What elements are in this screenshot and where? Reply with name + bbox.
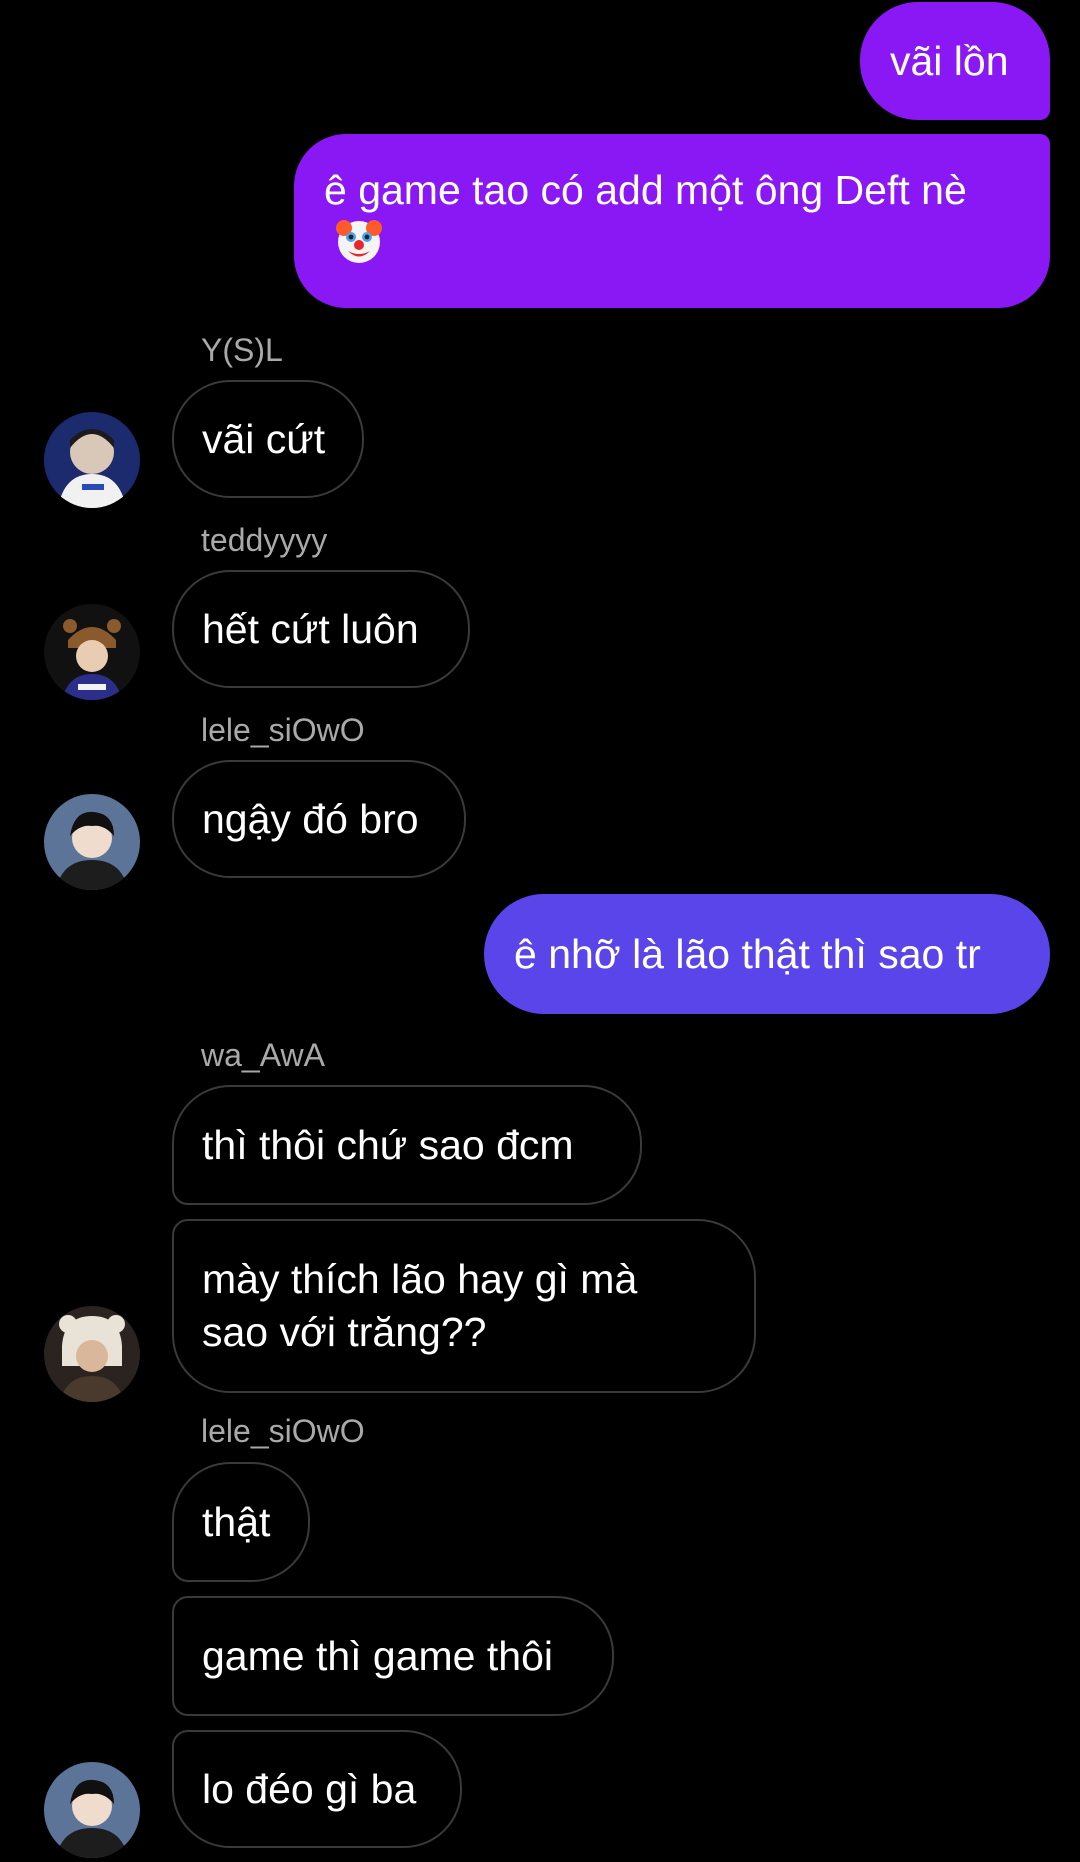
outgoing-message[interactable]: vãi lồn: [860, 2, 1050, 120]
message-text: thật: [202, 1498, 271, 1545]
avatar[interactable]: [44, 1306, 140, 1402]
sender-name: wa_AwA: [201, 1037, 325, 1073]
avatar[interactable]: [44, 412, 140, 508]
message-text: hết cứt luôn: [202, 605, 419, 652]
incoming-message[interactable]: lo đéo gì ba: [172, 1730, 462, 1848]
message-text: thì thôi chứ sao đcm: [202, 1121, 574, 1168]
avatar[interactable]: [44, 604, 140, 700]
sender-name: lele_siOwO: [201, 712, 365, 748]
incoming-message[interactable]: vãi cứt: [172, 380, 364, 498]
message-text: ê game tao có add một ông Deft nè: [324, 167, 967, 213]
outgoing-message[interactable]: ê game tao có add một ông Deft nè: [294, 134, 1050, 308]
incoming-message[interactable]: ngậy đó bro: [172, 760, 466, 878]
incoming-message[interactable]: thật: [172, 1462, 310, 1582]
message-text: vãi lồn: [890, 37, 1009, 84]
incoming-message[interactable]: hết cứt luôn: [172, 570, 470, 688]
clown-face-icon: [334, 216, 384, 278]
sender-name: Y(S)L: [201, 332, 283, 368]
sender-name: teddyyyy: [201, 522, 328, 558]
message-text: lo đéo gì ba: [202, 1765, 417, 1812]
message-text-block: ê game tao có add một ông Deft nè: [324, 164, 990, 278]
message-text: ê nhỡ là lão thật thì sao tr: [514, 930, 981, 977]
message-text: ngậy đó bro: [202, 795, 419, 842]
message-text: mày thích lão hay gì mà sao với trăng??: [202, 1256, 638, 1355]
message-text: game thì game thôi: [202, 1632, 553, 1679]
incoming-message[interactable]: game thì game thôi: [172, 1596, 614, 1716]
avatar[interactable]: [44, 1762, 140, 1858]
message-text: vãi cứt: [202, 415, 326, 462]
incoming-message[interactable]: thì thôi chứ sao đcm: [172, 1085, 642, 1205]
outgoing-message[interactable]: ê nhỡ là lão thật thì sao tr: [484, 894, 1050, 1014]
incoming-message[interactable]: mày thích lão hay gì mà sao với trăng??: [172, 1219, 756, 1393]
sender-name: lele_siOwO: [201, 1413, 365, 1449]
avatar[interactable]: [44, 794, 140, 890]
